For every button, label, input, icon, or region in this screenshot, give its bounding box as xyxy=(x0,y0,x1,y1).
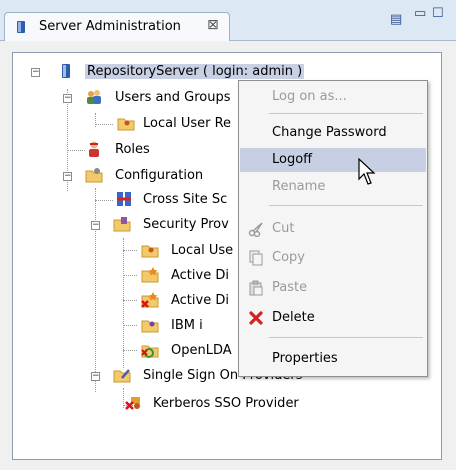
paste-icon xyxy=(249,280,263,296)
menu-item-cut[interactable]: Cut xyxy=(240,217,426,241)
tree-label: Roles xyxy=(115,142,150,157)
menu-item-copy[interactable]: Copy xyxy=(240,246,426,270)
menu-item-label: Log on as... xyxy=(272,89,347,104)
collapse-toggle[interactable]: − xyxy=(63,94,72,103)
menu-item-rename[interactable]: Rename xyxy=(240,175,426,199)
menu-item-label: Logoff xyxy=(272,152,313,167)
menu-item-delete[interactable]: Delete xyxy=(240,306,426,330)
menu-item-label: Change Password xyxy=(272,125,387,140)
tree-label: Kerberos SSO Provider xyxy=(153,396,299,411)
context-menu: Log on as... Change Password Logoff Rena… xyxy=(238,80,428,377)
menu-item-label: Rename xyxy=(272,179,326,194)
menu-item-label: Properties xyxy=(272,351,338,366)
security-folder-icon xyxy=(113,217,131,232)
tree-label: Local User Re xyxy=(143,116,232,131)
folder-star-error-icon xyxy=(141,292,159,308)
tab-title: Server Administration xyxy=(39,19,181,34)
scissors-icon xyxy=(248,222,263,237)
folder-sync-icon xyxy=(141,345,159,358)
tree-label: IBM i xyxy=(171,318,203,333)
folder-user-icon xyxy=(141,245,159,258)
tree-label: Security Prov xyxy=(143,217,229,232)
view-tab-bar: Server Administration ⊠ ▤ ▭ ☐ xyxy=(0,0,456,41)
folder-user-icon xyxy=(141,320,159,333)
cross-site-icon xyxy=(117,192,131,206)
collapse-toggle[interactable]: − xyxy=(91,221,100,230)
tree-label: RepositoryServer ( login: admin ) xyxy=(85,64,305,79)
roles-icon xyxy=(89,141,99,157)
collapse-toggle[interactable]: − xyxy=(91,372,100,381)
menu-separator xyxy=(269,337,423,338)
tree-label: Cross Site Sc xyxy=(143,192,228,207)
menu-item-logoff[interactable]: Logoff xyxy=(240,148,426,172)
menu-item-label: Copy xyxy=(272,250,305,265)
tree-label: Users and Groups xyxy=(115,90,231,105)
menu-item-change-password[interactable]: Change Password xyxy=(240,121,426,145)
folder-user-icon xyxy=(117,118,135,131)
tree-row-kerberos[interactable]: Kerberos SSO Provider xyxy=(13,393,433,415)
collapse-toggle[interactable]: − xyxy=(63,172,72,181)
configuration-folder-icon xyxy=(85,168,103,183)
tree-label: Configuration xyxy=(115,168,204,183)
collapse-toggle[interactable]: − xyxy=(31,68,40,77)
server-view-icon xyxy=(17,21,25,33)
menu-item-paste[interactable]: Paste xyxy=(240,276,426,300)
mouse-pointer-icon xyxy=(358,158,376,185)
tab-server-administration[interactable]: Server Administration ⊠ xyxy=(4,12,230,41)
tree-label: OpenLDA xyxy=(171,343,232,358)
menu-item-properties[interactable]: Properties xyxy=(240,347,426,371)
tree-label: Active Di xyxy=(171,268,229,283)
folder-star-icon xyxy=(141,267,159,283)
view-menu-icon[interactable]: ▤ xyxy=(390,12,402,27)
tree-label: Local Use xyxy=(171,243,234,258)
menu-item-label: Delete xyxy=(272,310,315,325)
menu-separator xyxy=(269,205,423,206)
menu-separator xyxy=(269,113,423,114)
server-administration-view: Server Administration ⊠ ▤ ▭ ☐ − Reposito xyxy=(0,0,456,470)
menu-item-label: Cut xyxy=(272,221,295,236)
sso-folder-icon xyxy=(113,369,131,383)
kerberos-error-icon xyxy=(125,397,140,410)
server-icon xyxy=(62,64,70,78)
users-groups-icon xyxy=(87,90,101,104)
copy-icon xyxy=(249,250,263,266)
minimize-icon[interactable]: ▭ xyxy=(414,6,426,21)
tree-label: Active Di xyxy=(171,293,229,308)
maximize-icon[interactable]: ☐ xyxy=(432,6,444,21)
tab-close-icon[interactable]: ⊠ xyxy=(207,17,219,33)
delete-icon xyxy=(249,311,263,325)
menu-item-log-on-as[interactable]: Log on as... xyxy=(240,85,426,109)
menu-item-label: Paste xyxy=(272,280,308,295)
